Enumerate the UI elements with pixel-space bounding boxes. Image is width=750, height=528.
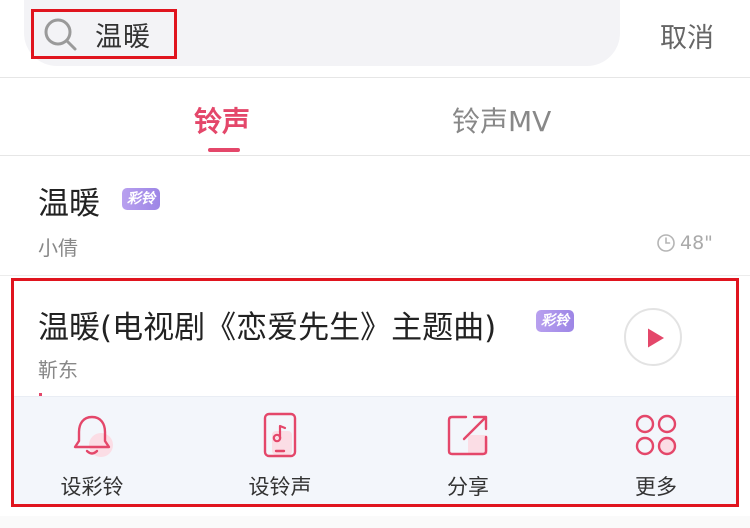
phone-music-icon [263, 412, 297, 458]
duration: 48" [656, 232, 713, 254]
more-circles-icon [635, 414, 677, 456]
tab-bar: 铃声 铃声MV [0, 78, 750, 156]
cancel-button[interactable]: 取消 [660, 16, 714, 55]
top-bar: 温暖 取消 [0, 0, 750, 78]
play-icon [648, 328, 664, 348]
bottom-divider [0, 516, 750, 528]
tab-ringtone-mv[interactable]: 铃声MV [452, 100, 551, 140]
set-ringback-button[interactable]: 设彩铃 [32, 397, 152, 505]
share-icon [447, 415, 488, 456]
more-button[interactable]: 更多 [596, 397, 716, 505]
ringback-badge: 彩铃 [122, 188, 160, 210]
active-tab-indicator [208, 148, 240, 152]
action-label: 设彩铃 [60, 475, 124, 499]
bell-icon [73, 415, 113, 457]
artist-name: 靳东 [38, 358, 78, 382]
share-button[interactable]: 分享 [408, 397, 528, 505]
song-title: 温暖 [38, 186, 100, 222]
artist-name: 小倩 [38, 236, 78, 260]
result-row[interactable]: 温暖 彩铃 小倩 48" [0, 156, 750, 276]
play-button[interactable] [624, 308, 682, 366]
ringback-badge: 彩铃 [536, 310, 574, 332]
action-label: 更多 [635, 475, 677, 499]
song-title: 温暖(电视剧《恋爱先生》主题曲) [38, 310, 497, 346]
action-label: 设铃声 [248, 475, 312, 499]
action-label: 分享 [447, 475, 489, 499]
tab-ringtone[interactable]: 铃声 [194, 100, 250, 140]
clock-icon [657, 234, 675, 252]
set-ringtone-button[interactable]: 设铃声 [220, 397, 340, 505]
search-highlight-box [31, 9, 177, 59]
result-row[interactable]: 温暖(电视剧《恋爱先生》主题曲) 彩铃 靳东 [0, 276, 750, 398]
action-bar: 设彩铃 设铃声 分享 更多 [14, 396, 736, 504]
duration-text: 48" [680, 232, 713, 254]
